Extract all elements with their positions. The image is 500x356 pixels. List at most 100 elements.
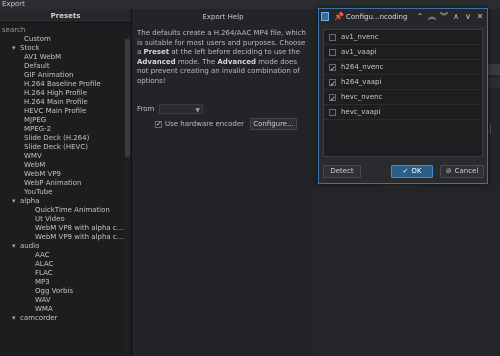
tree-group[interactable]: ▾ Stock: [0, 44, 124, 53]
encoder-item[interactable]: av1_vaapi: [324, 45, 482, 60]
from-row: From ▼: [137, 103, 203, 115]
tree-item-label: Default: [24, 62, 50, 70]
help-text-2: at the left before deciding to use the: [169, 48, 301, 56]
tree-item[interactable]: WAV: [0, 296, 124, 305]
down-icon[interactable]: ∨: [463, 9, 473, 25]
encoder-item[interactable]: hevc_nvenc: [324, 90, 482, 107]
tree-item[interactable]: Slide Deck (HEVC): [0, 143, 124, 152]
tree-item-label: camcorder: [20, 314, 58, 322]
export-help-pane: Export Help The defaults create a H.264/…: [133, 9, 313, 356]
encoder-checkbox[interactable]: [329, 33, 336, 41]
tree-item[interactable]: QuickTime Animation: [0, 206, 124, 215]
tree-item[interactable]: H.264 High Profile: [0, 89, 124, 98]
tree-item[interactable]: WMA: [0, 305, 124, 314]
tree-item-label: Custom: [24, 35, 51, 43]
cancel-icon: ⊘: [445, 167, 452, 175]
tree-item-label: H.264 Main Profile: [24, 98, 88, 106]
pin-icon[interactable]: 📌: [334, 9, 344, 25]
expand-arrow-icon[interactable]: ▾: [12, 44, 20, 53]
tree-item-label: HEVC Main Profile: [24, 107, 87, 115]
tree-item-label: MP3: [35, 278, 50, 286]
tree-item-label: AAC: [35, 251, 50, 259]
close-icon[interactable]: ✕: [475, 9, 485, 25]
tree-item[interactable]: H.264 Main Profile: [0, 98, 124, 107]
up-icon[interactable]: ∧: [451, 9, 461, 25]
check-icon: ✓: [402, 167, 409, 175]
encoder-checkbox[interactable]: [329, 48, 336, 56]
presets-search-input[interactable]: search: [2, 25, 130, 35]
encoder-label: av1_vaapi: [341, 48, 377, 56]
tree-item-label: H.264 Baseline Profile: [24, 80, 101, 88]
tree-item-label: Ogg Vorbis: [35, 287, 74, 295]
tree-item[interactable]: WebM VP8 with alpha c...: [0, 224, 124, 233]
tree-item[interactable]: GIF Animation: [0, 71, 124, 80]
tree-item[interactable]: YouTube: [0, 188, 124, 197]
tree-item-label: WebM VP9: [24, 170, 61, 178]
expand-arrow-icon[interactable]: ▾: [12, 242, 20, 251]
tree-item[interactable]: MP3: [0, 278, 124, 287]
tree-item[interactable]: AV1 WebM: [0, 53, 124, 62]
encoder-item[interactable]: av1_nvenc: [324, 30, 482, 45]
hardware-encoder-checkbox[interactable]: [155, 119, 162, 130]
tree-item[interactable]: Default: [0, 62, 124, 71]
tree-item[interactable]: Custom: [0, 35, 124, 44]
encoder-item[interactable]: h264_nvenc: [324, 60, 482, 77]
ok-button[interactable]: ✓ OK: [391, 165, 433, 178]
tree-item[interactable]: H.264 Baseline Profile: [0, 80, 124, 89]
presets-header: Presets: [0, 9, 131, 23]
from-select[interactable]: ▼: [159, 104, 203, 114]
encoder-label: av1_nvenc: [341, 33, 379, 41]
tree-item[interactable]: HEVC Main Profile: [0, 107, 124, 116]
presets-scrollbar[interactable]: [124, 35, 131, 356]
restore-icon[interactable]: ⌃: [415, 9, 425, 25]
tree-item[interactable]: AAC: [0, 251, 124, 260]
dialog-titlebar[interactable]: 📌 Configu...ncoding ⌃ ︽ ︾ ∧ ∨ ✕: [319, 9, 487, 25]
hardware-encoder-row: Use hardware encoder: [155, 119, 244, 130]
tree-item-label: Slide Deck (HEVC): [24, 143, 88, 151]
chevron-down-icon: ▼: [195, 107, 200, 114]
encoder-item[interactable]: h264_vaapi: [324, 75, 482, 92]
tree-item[interactable]: WebM VP9: [0, 170, 124, 179]
tree-item[interactable]: ALAC: [0, 260, 124, 269]
tree-item[interactable]: WebM: [0, 161, 124, 170]
tree-item[interactable]: WMV: [0, 152, 124, 161]
tree-item-label: alpha: [20, 197, 40, 205]
ok-label: OK: [411, 167, 422, 175]
tree-item[interactable]: FLAC: [0, 269, 124, 278]
encoder-checkbox[interactable]: [329, 77, 336, 92]
tree-item-label: MJPEG: [24, 116, 47, 124]
tree-item[interactable]: WebP Animation: [0, 179, 124, 188]
help-bold-advanced: Advanced: [137, 57, 176, 66]
encoder-checkbox[interactable]: [329, 62, 336, 77]
expand-arrow-icon[interactable]: ▾: [12, 314, 20, 323]
detect-button[interactable]: Detect: [323, 165, 361, 178]
tree-item[interactable]: WebM VP9 with alpha c...: [0, 233, 124, 242]
tree-item[interactable]: MPEG-2: [0, 125, 124, 134]
tree-item[interactable]: MJPEG: [0, 116, 124, 125]
tree-group[interactable]: ▾ camcorder: [0, 314, 124, 323]
presets-scrollbar-thumb[interactable]: [125, 39, 130, 157]
cancel-label: Cancel: [454, 167, 479, 175]
up-double-icon[interactable]: ︽: [427, 9, 437, 25]
tree-item[interactable]: Slide Deck (H.264): [0, 134, 124, 143]
tree-item-label: Ut Video: [35, 215, 65, 223]
export-help-text: The defaults create a H.264/AAC MP4 file…: [137, 29, 307, 86]
configure-button[interactable]: Configure...: [250, 118, 297, 130]
tree-item[interactable]: Ut Video: [0, 215, 124, 224]
down-double-icon[interactable]: ︾: [439, 9, 449, 25]
app-window-icon: [321, 12, 329, 21]
cancel-button[interactable]: ⊘ Cancel: [440, 165, 484, 178]
tree-group[interactable]: ▾ alpha: [0, 197, 124, 206]
export-help-title: Export Help: [202, 13, 244, 21]
presets-panel: Presets search Custom ▾ Stock AV1 WebM Defau…: [0, 9, 132, 356]
encoder-checkbox[interactable]: [329, 92, 336, 107]
encoder-checkbox[interactable]: [329, 108, 336, 116]
encoder-label: h264_vaapi: [341, 78, 382, 86]
tree-item[interactable]: Ogg Vorbis: [0, 287, 124, 296]
tree-item-label: GIF Animation: [24, 71, 74, 79]
tree-item-label: AV1 WebM: [24, 53, 62, 61]
tree-group[interactable]: ▾ audio: [0, 242, 124, 251]
tree-item-label: WebP Animation: [24, 179, 82, 187]
expand-arrow-icon[interactable]: ▾: [12, 197, 20, 206]
encoder-item[interactable]: hevc_vaapi: [324, 105, 482, 120]
